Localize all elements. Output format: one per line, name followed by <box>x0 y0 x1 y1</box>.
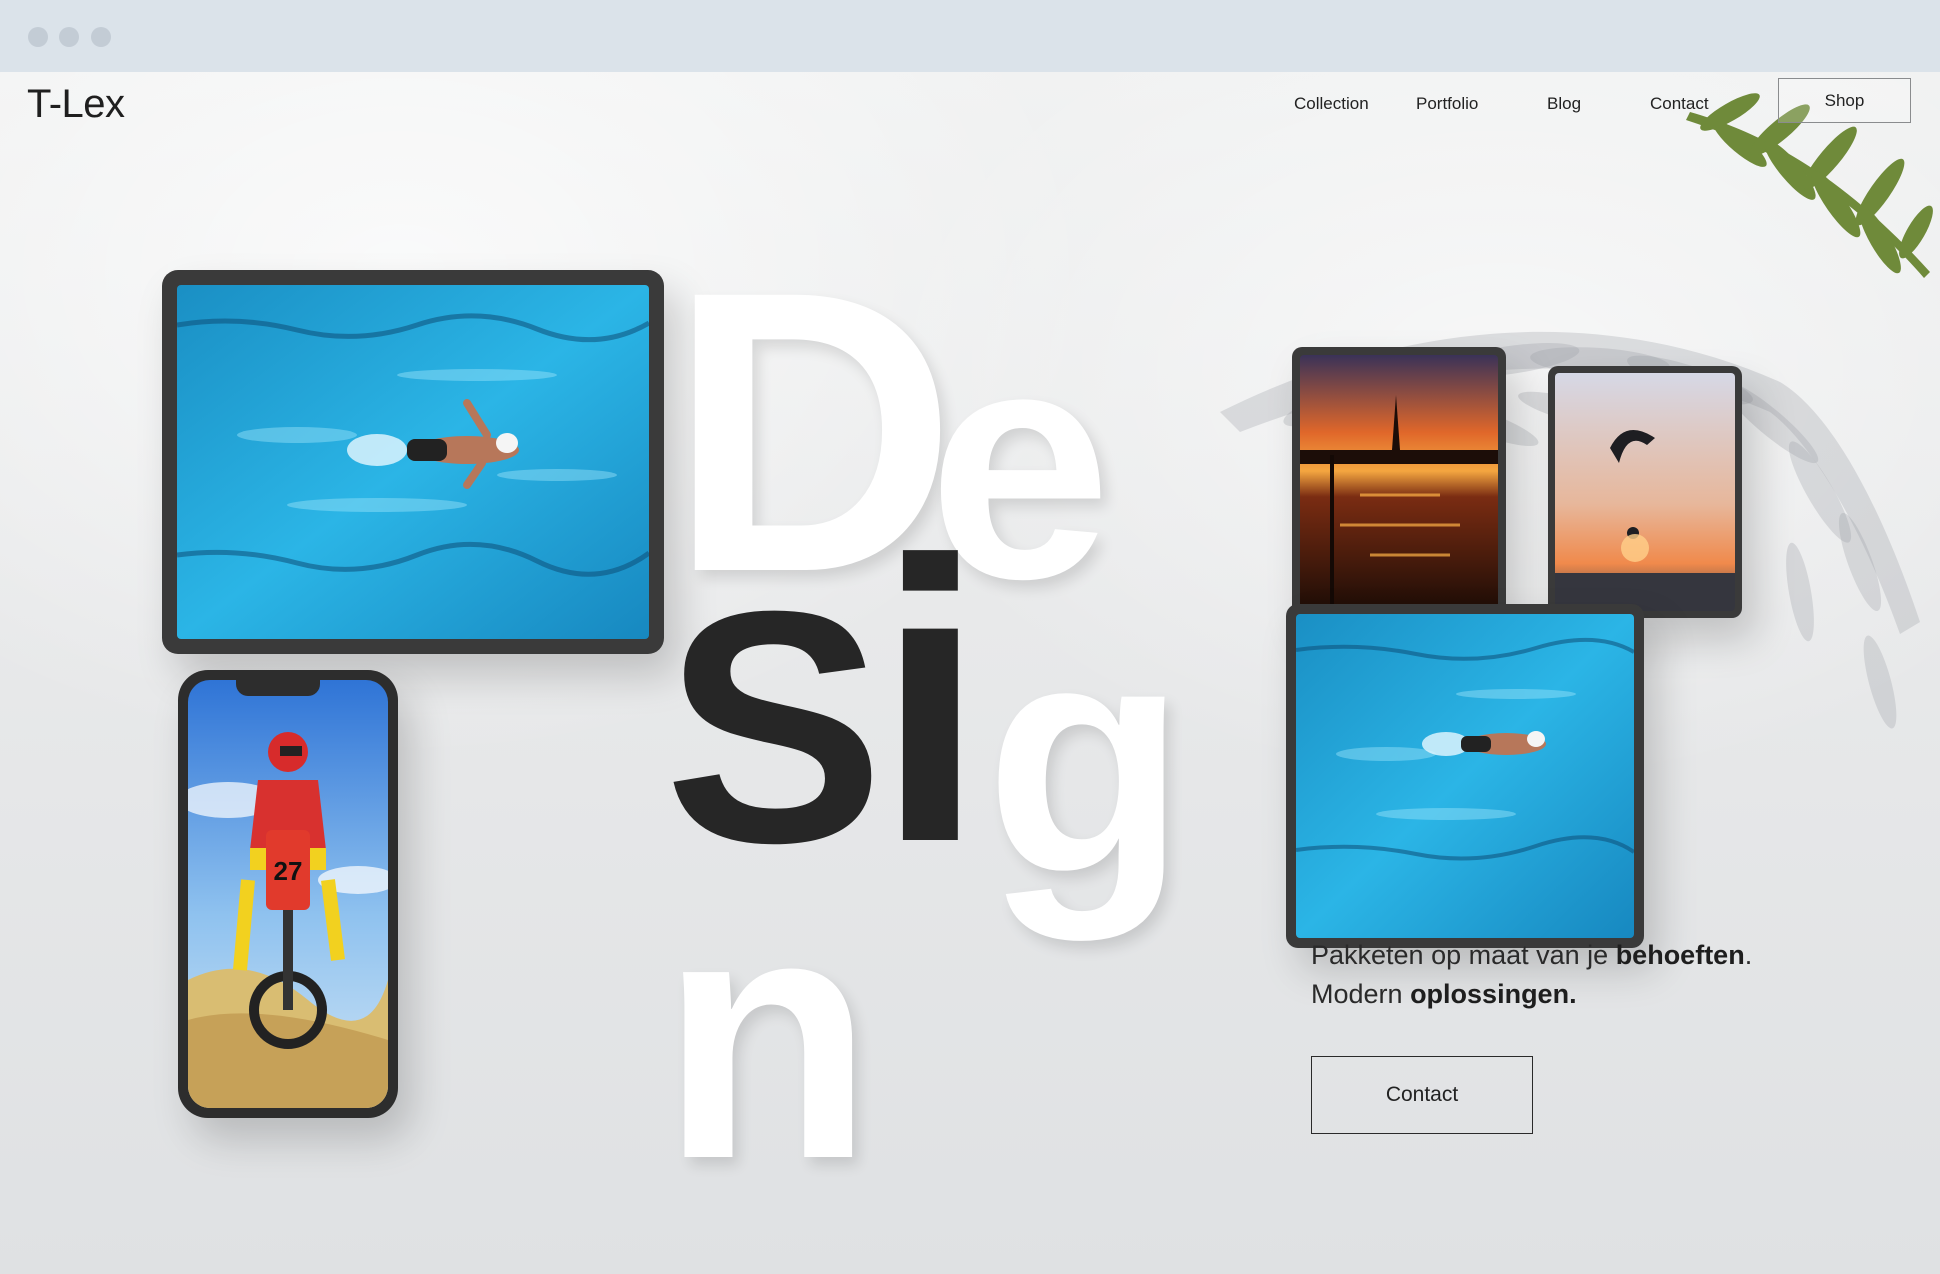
nav-portfolio[interactable]: Portfolio <box>1416 94 1478 114</box>
phone-notch <box>236 680 320 696</box>
nav-collection[interactable]: Collection <box>1294 94 1369 114</box>
contact-cta-button[interactable]: Contact <box>1311 1056 1533 1134</box>
window-close-dot[interactable] <box>28 27 48 47</box>
tagline-line1-text: Pakketen op maat van je <box>1311 940 1616 970</box>
svg-text:27: 27 <box>274 856 303 886</box>
nav-blog[interactable]: Blog <box>1547 94 1581 114</box>
tagline-line1-suffix: . <box>1744 940 1753 970</box>
phone-mockup: 27 <box>178 670 398 1118</box>
browser-chrome <box>0 0 1940 72</box>
hero-tagline: Pakketen op maat van je behoeften. Moder… <box>1311 936 1831 1014</box>
tablet-mockup-sunset <box>1292 347 1506 621</box>
tagline-line2-text: Modern <box>1311 979 1411 1009</box>
window-maximize-dot[interactable] <box>91 27 111 47</box>
window-minimize-dot[interactable] <box>59 27 79 47</box>
tablet-mockup-large <box>162 270 664 654</box>
tablet-mockup-paraglider <box>1548 366 1742 618</box>
tagline-line1-bold: behoeften <box>1615 940 1745 970</box>
tablet-mockup-swimmer-small <box>1286 604 1644 948</box>
site-logo[interactable]: T-Lex <box>27 82 125 127</box>
hero-letter-i: i <box>875 478 987 925</box>
sunset-lake-image <box>1300 355 1498 613</box>
shop-button[interactable]: Shop <box>1778 78 1911 123</box>
motocross-image: 27 <box>188 680 388 1108</box>
hero-letter-g: g <box>985 572 1187 941</box>
paraglider-image <box>1555 373 1735 611</box>
swimmer-image-small <box>1296 614 1634 938</box>
tagline-line2-bold: oplossingen. <box>1410 979 1577 1009</box>
hero-letter-n: n <box>660 841 874 1232</box>
nav-contact[interactable]: Contact <box>1650 94 1709 114</box>
page-canvas: T-Lex Collection Portfolio Blog Contact … <box>0 72 1940 1274</box>
swimmer-image <box>177 285 649 639</box>
